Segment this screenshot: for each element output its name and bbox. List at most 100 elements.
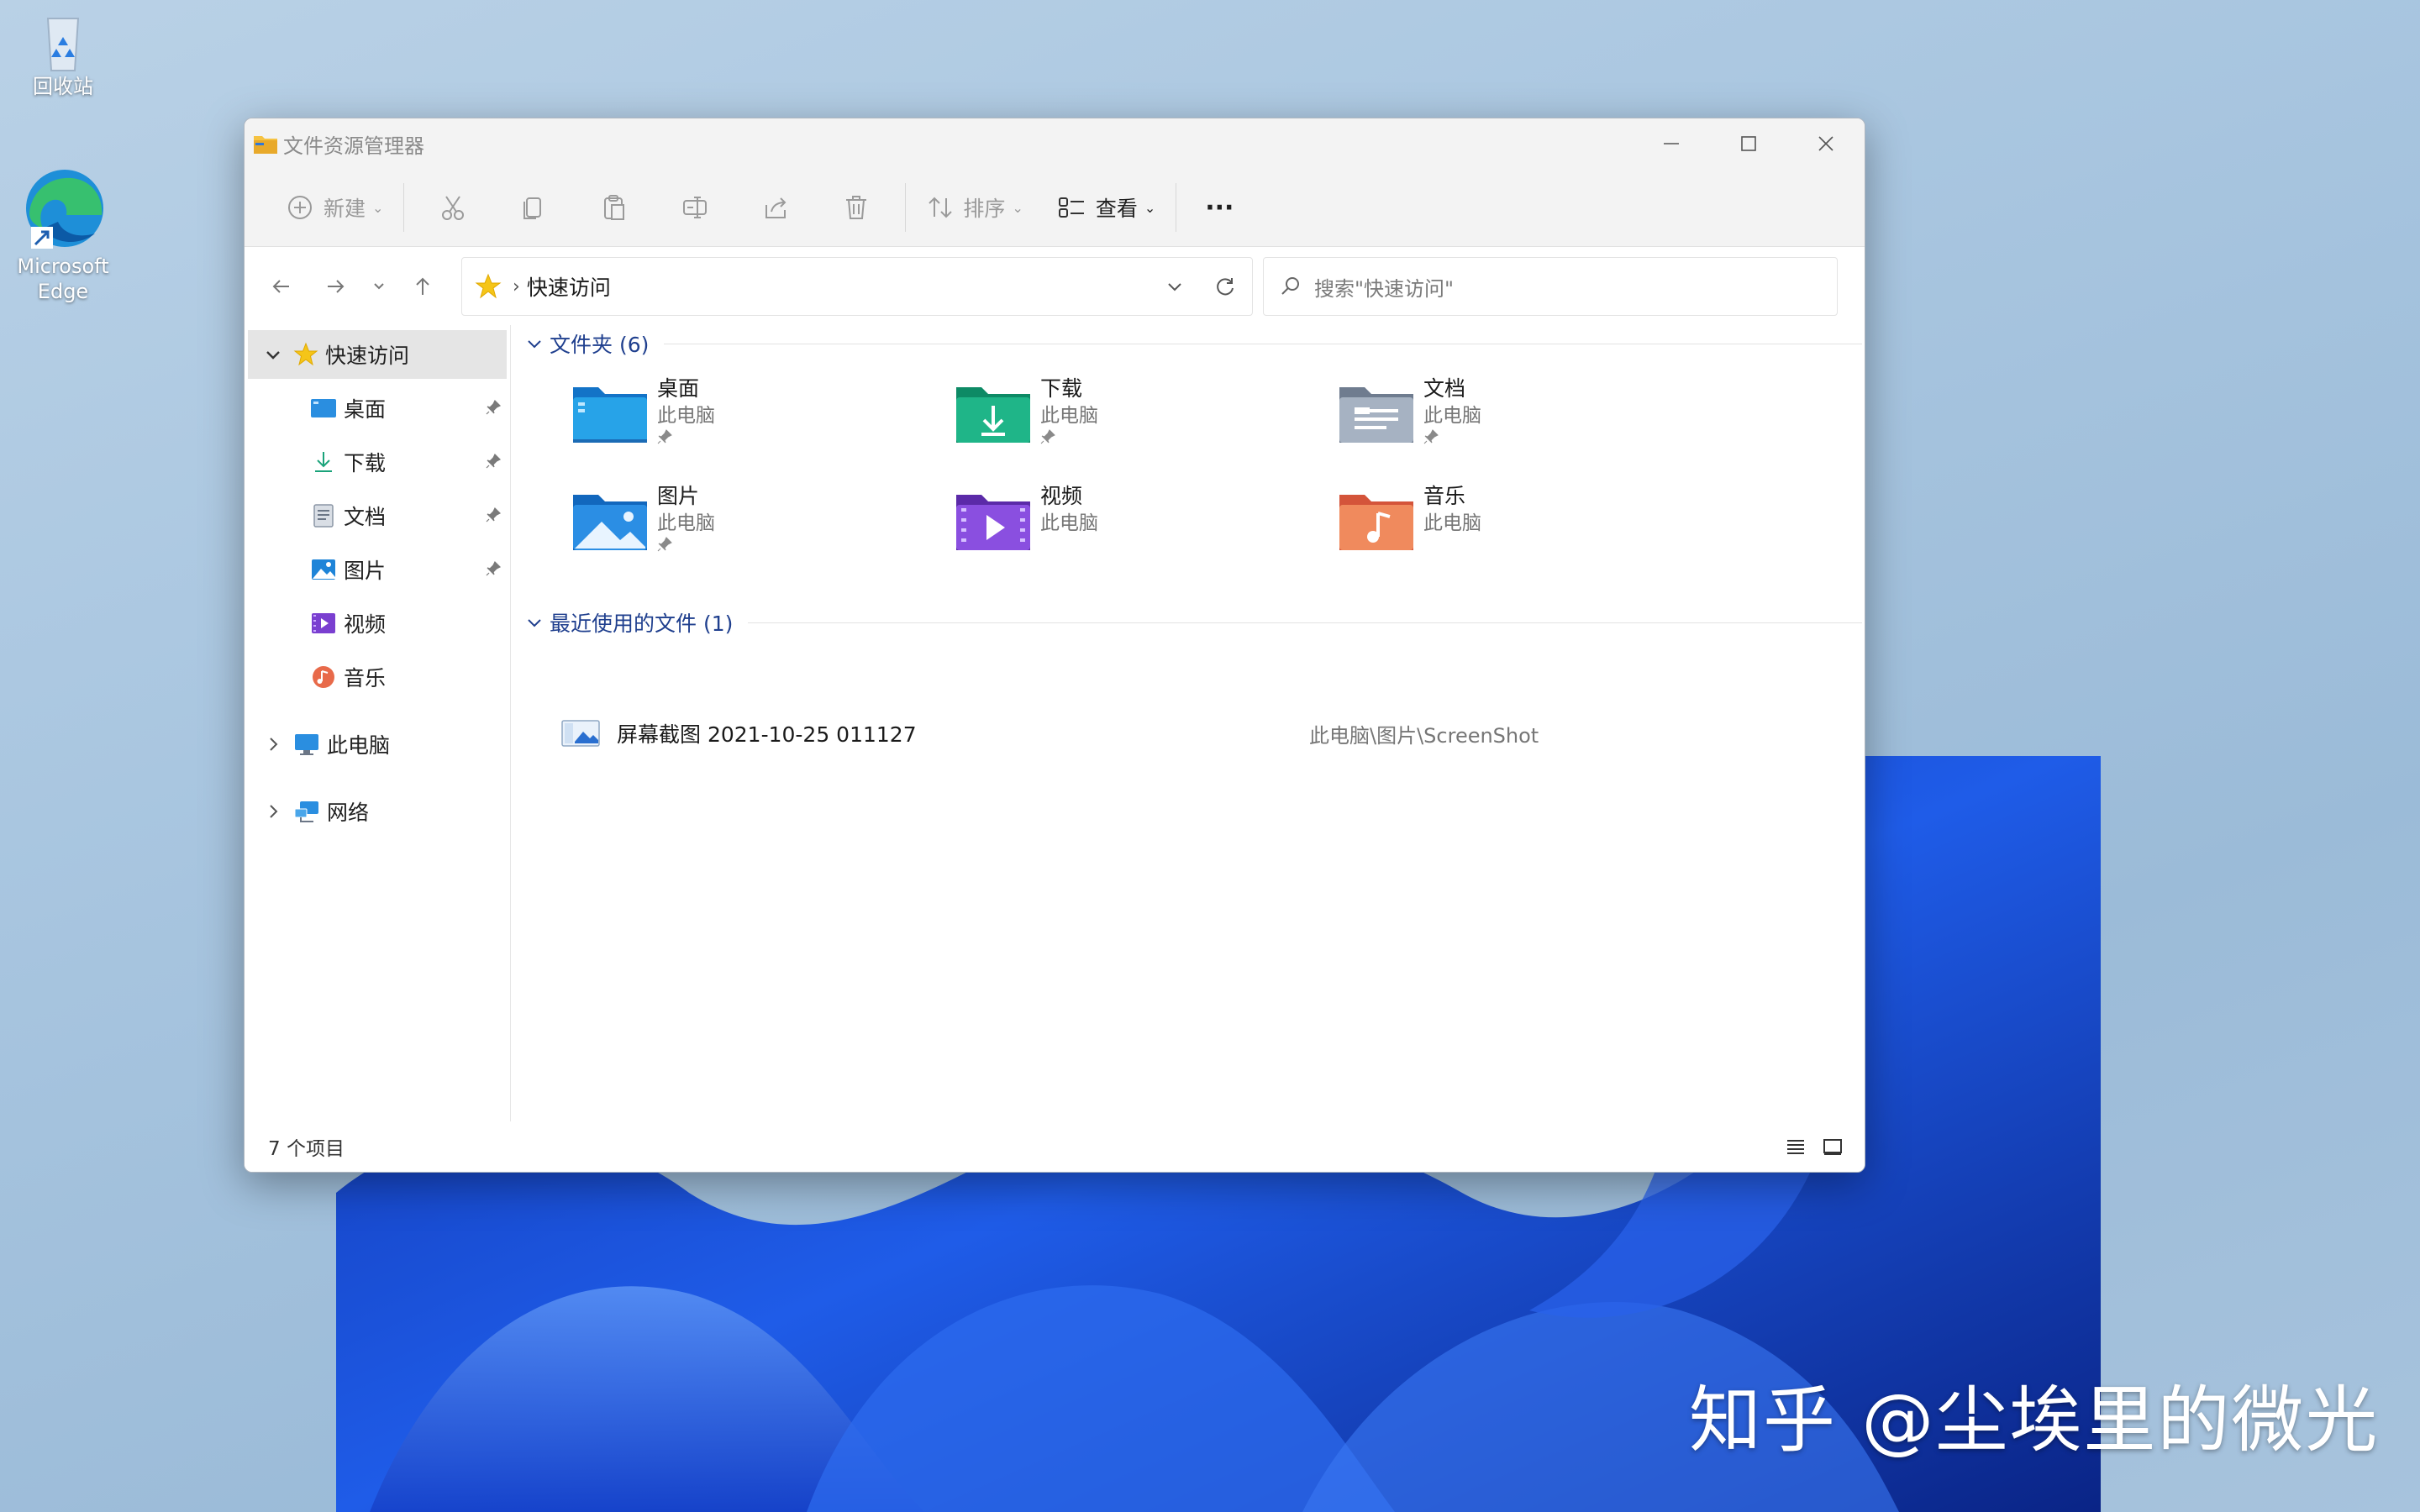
status-bar: 7 个项目 xyxy=(245,1121,1865,1172)
view-button[interactable]: 查看 ⌄ xyxy=(1045,181,1167,234)
address-history-button[interactable] xyxy=(1151,278,1198,295)
videos-folder-icon xyxy=(956,495,1030,550)
folder-location: 此电脑 xyxy=(1040,512,1098,534)
folder-name: 视频 xyxy=(1040,484,1083,508)
sort-label: 排序 xyxy=(963,197,1006,221)
copy-button[interactable] xyxy=(493,181,574,234)
paste-button[interactable] xyxy=(574,181,655,234)
sidebar-item-quick-access[interactable]: 快速访问 xyxy=(248,330,507,379)
picture-icon xyxy=(312,559,335,580)
sidebar-item-label: 桌面 xyxy=(344,397,387,422)
sidebar-item-this-pc[interactable]: 此电脑 xyxy=(248,720,507,769)
chevron-down-icon xyxy=(374,283,384,290)
rename-button[interactable] xyxy=(655,181,735,234)
sidebar-item-music[interactable]: 音乐 xyxy=(310,653,507,701)
refresh-button[interactable] xyxy=(1198,276,1252,297)
view-layout-icon xyxy=(1058,197,1084,218)
tiles-view-icon xyxy=(1823,1139,1842,1155)
search-placeholder: 搜索"快速访问" xyxy=(1314,276,1455,301)
sidebar-item-network[interactable]: 网络 xyxy=(248,787,507,836)
documents-folder-icon xyxy=(1339,387,1413,443)
sidebar-item-downloads[interactable]: 下载 xyxy=(310,438,507,486)
star-icon xyxy=(475,273,502,299)
folder-name: 下载 xyxy=(1040,376,1083,401)
sidebar-item-videos[interactable]: 视频 xyxy=(310,599,507,648)
item-count: 7 个项目 xyxy=(268,1138,345,1160)
sidebar-item-pictures[interactable]: 图片 xyxy=(310,545,507,594)
recycle-bin-desktop-icon[interactable]: 回收站 xyxy=(0,7,126,99)
pin-icon xyxy=(657,429,715,449)
chevron-right-icon xyxy=(270,738,278,751)
back-button[interactable] xyxy=(255,261,308,312)
toolbar-separator xyxy=(403,183,405,232)
desktop-icon xyxy=(311,399,336,417)
chevron-right-icon xyxy=(270,805,278,818)
music-icon xyxy=(313,666,334,688)
arrow-left-icon xyxy=(272,280,289,293)
new-button[interactable]: 新建 ⌄ xyxy=(275,181,395,234)
sidebar-item-label: 快速访问 xyxy=(325,344,410,368)
breadcrumb-current[interactable]: 快速访问 xyxy=(527,271,611,302)
recent-locations-button[interactable] xyxy=(362,261,396,312)
close-button[interactable] xyxy=(1787,118,1865,169)
up-button[interactable] xyxy=(396,261,450,312)
folder-tile-documents[interactable]: 文档 此电脑 xyxy=(1336,375,1706,468)
recent-file-row[interactable]: 屏幕截图 2021-10-25 011127 此电脑\图片\ScreenShot xyxy=(561,711,1805,755)
sidebar-item-label: 视频 xyxy=(344,612,387,637)
folder-name: 桌面 xyxy=(657,376,700,401)
sidebar-item-documents[interactable]: 文档 xyxy=(310,491,507,540)
edge-icon xyxy=(26,170,103,249)
sort-icon xyxy=(929,197,953,218)
chevron-down-icon xyxy=(1168,283,1181,291)
chevron-down-icon xyxy=(266,351,280,360)
pin-icon xyxy=(485,504,502,528)
share-button[interactable] xyxy=(735,181,816,234)
pin-icon xyxy=(485,396,502,421)
cut-button[interactable] xyxy=(413,181,493,234)
sidebar-item-desktop[interactable]: 桌面 xyxy=(310,384,507,433)
folder-tile-music[interactable]: 音乐 此电脑 xyxy=(1336,483,1706,575)
forward-button[interactable] xyxy=(308,261,362,312)
tiles-view-button[interactable] xyxy=(1814,1137,1851,1156)
search-icon xyxy=(1281,277,1299,295)
maximize-button[interactable] xyxy=(1710,118,1787,169)
minimize-button[interactable] xyxy=(1633,118,1710,169)
recent-group-header[interactable]: 最近使用的文件 (1) xyxy=(526,607,1862,638)
new-label: 新建 xyxy=(324,197,366,221)
title-bar[interactable]: 文件资源管理器 xyxy=(245,118,1865,169)
edge-desktop-icon[interactable]: Microsoft Edge xyxy=(0,166,126,304)
scissors-icon xyxy=(442,196,465,220)
pin-icon xyxy=(485,558,502,582)
more-options-button[interactable]: ··· xyxy=(1185,181,1254,234)
folder-tile-videos[interactable]: 视频 此电脑 xyxy=(953,483,1323,575)
folder-tile-desktop[interactable]: 桌面 此电脑 xyxy=(570,375,939,468)
folders-group-header[interactable]: 文件夹 (6) xyxy=(526,328,1862,359)
share-icon xyxy=(765,197,786,218)
recent-group-title: 最近使用的文件 (1) xyxy=(550,612,734,636)
arrow-up-icon xyxy=(416,277,429,295)
chevron-down-icon: ⌄ xyxy=(1144,199,1156,216)
music-folder-icon xyxy=(1339,495,1413,550)
computer-icon xyxy=(295,734,318,755)
folder-tile-pictures[interactable]: 图片 此电脑 xyxy=(570,483,939,575)
download-icon xyxy=(315,452,332,472)
navigation-row: › 快速访问 搜索"快速访问" xyxy=(245,247,1865,326)
search-box[interactable]: 搜索"快速访问" xyxy=(1263,257,1838,316)
details-view-icon xyxy=(1787,1140,1804,1154)
delete-button[interactable] xyxy=(816,181,897,234)
recent-file-name: 屏幕截图 2021-10-25 011127 xyxy=(617,722,917,747)
sort-button[interactable]: 排序 ⌄ xyxy=(914,181,1034,234)
desktop-folder-icon xyxy=(573,387,647,443)
command-bar: 新建 ⌄ 排序 ⌄ 查看 ⌄ ··· xyxy=(245,169,1865,247)
folder-app-icon xyxy=(253,132,278,155)
network-icon xyxy=(294,801,318,822)
address-bar[interactable]: › 快速访问 xyxy=(461,257,1253,316)
folder-name: 音乐 xyxy=(1423,484,1466,508)
folders-group-title: 文件夹 (6) xyxy=(550,333,650,357)
folder-tile-downloads[interactable]: 下载 此电脑 xyxy=(953,375,1323,468)
trash-icon xyxy=(846,196,867,219)
details-view-button[interactable] xyxy=(1777,1137,1814,1156)
refresh-icon xyxy=(1217,278,1234,296)
folder-location: 此电脑 xyxy=(657,512,715,534)
watermark-text: 知乎 @尘埃里的微光 xyxy=(1689,1378,2380,1462)
